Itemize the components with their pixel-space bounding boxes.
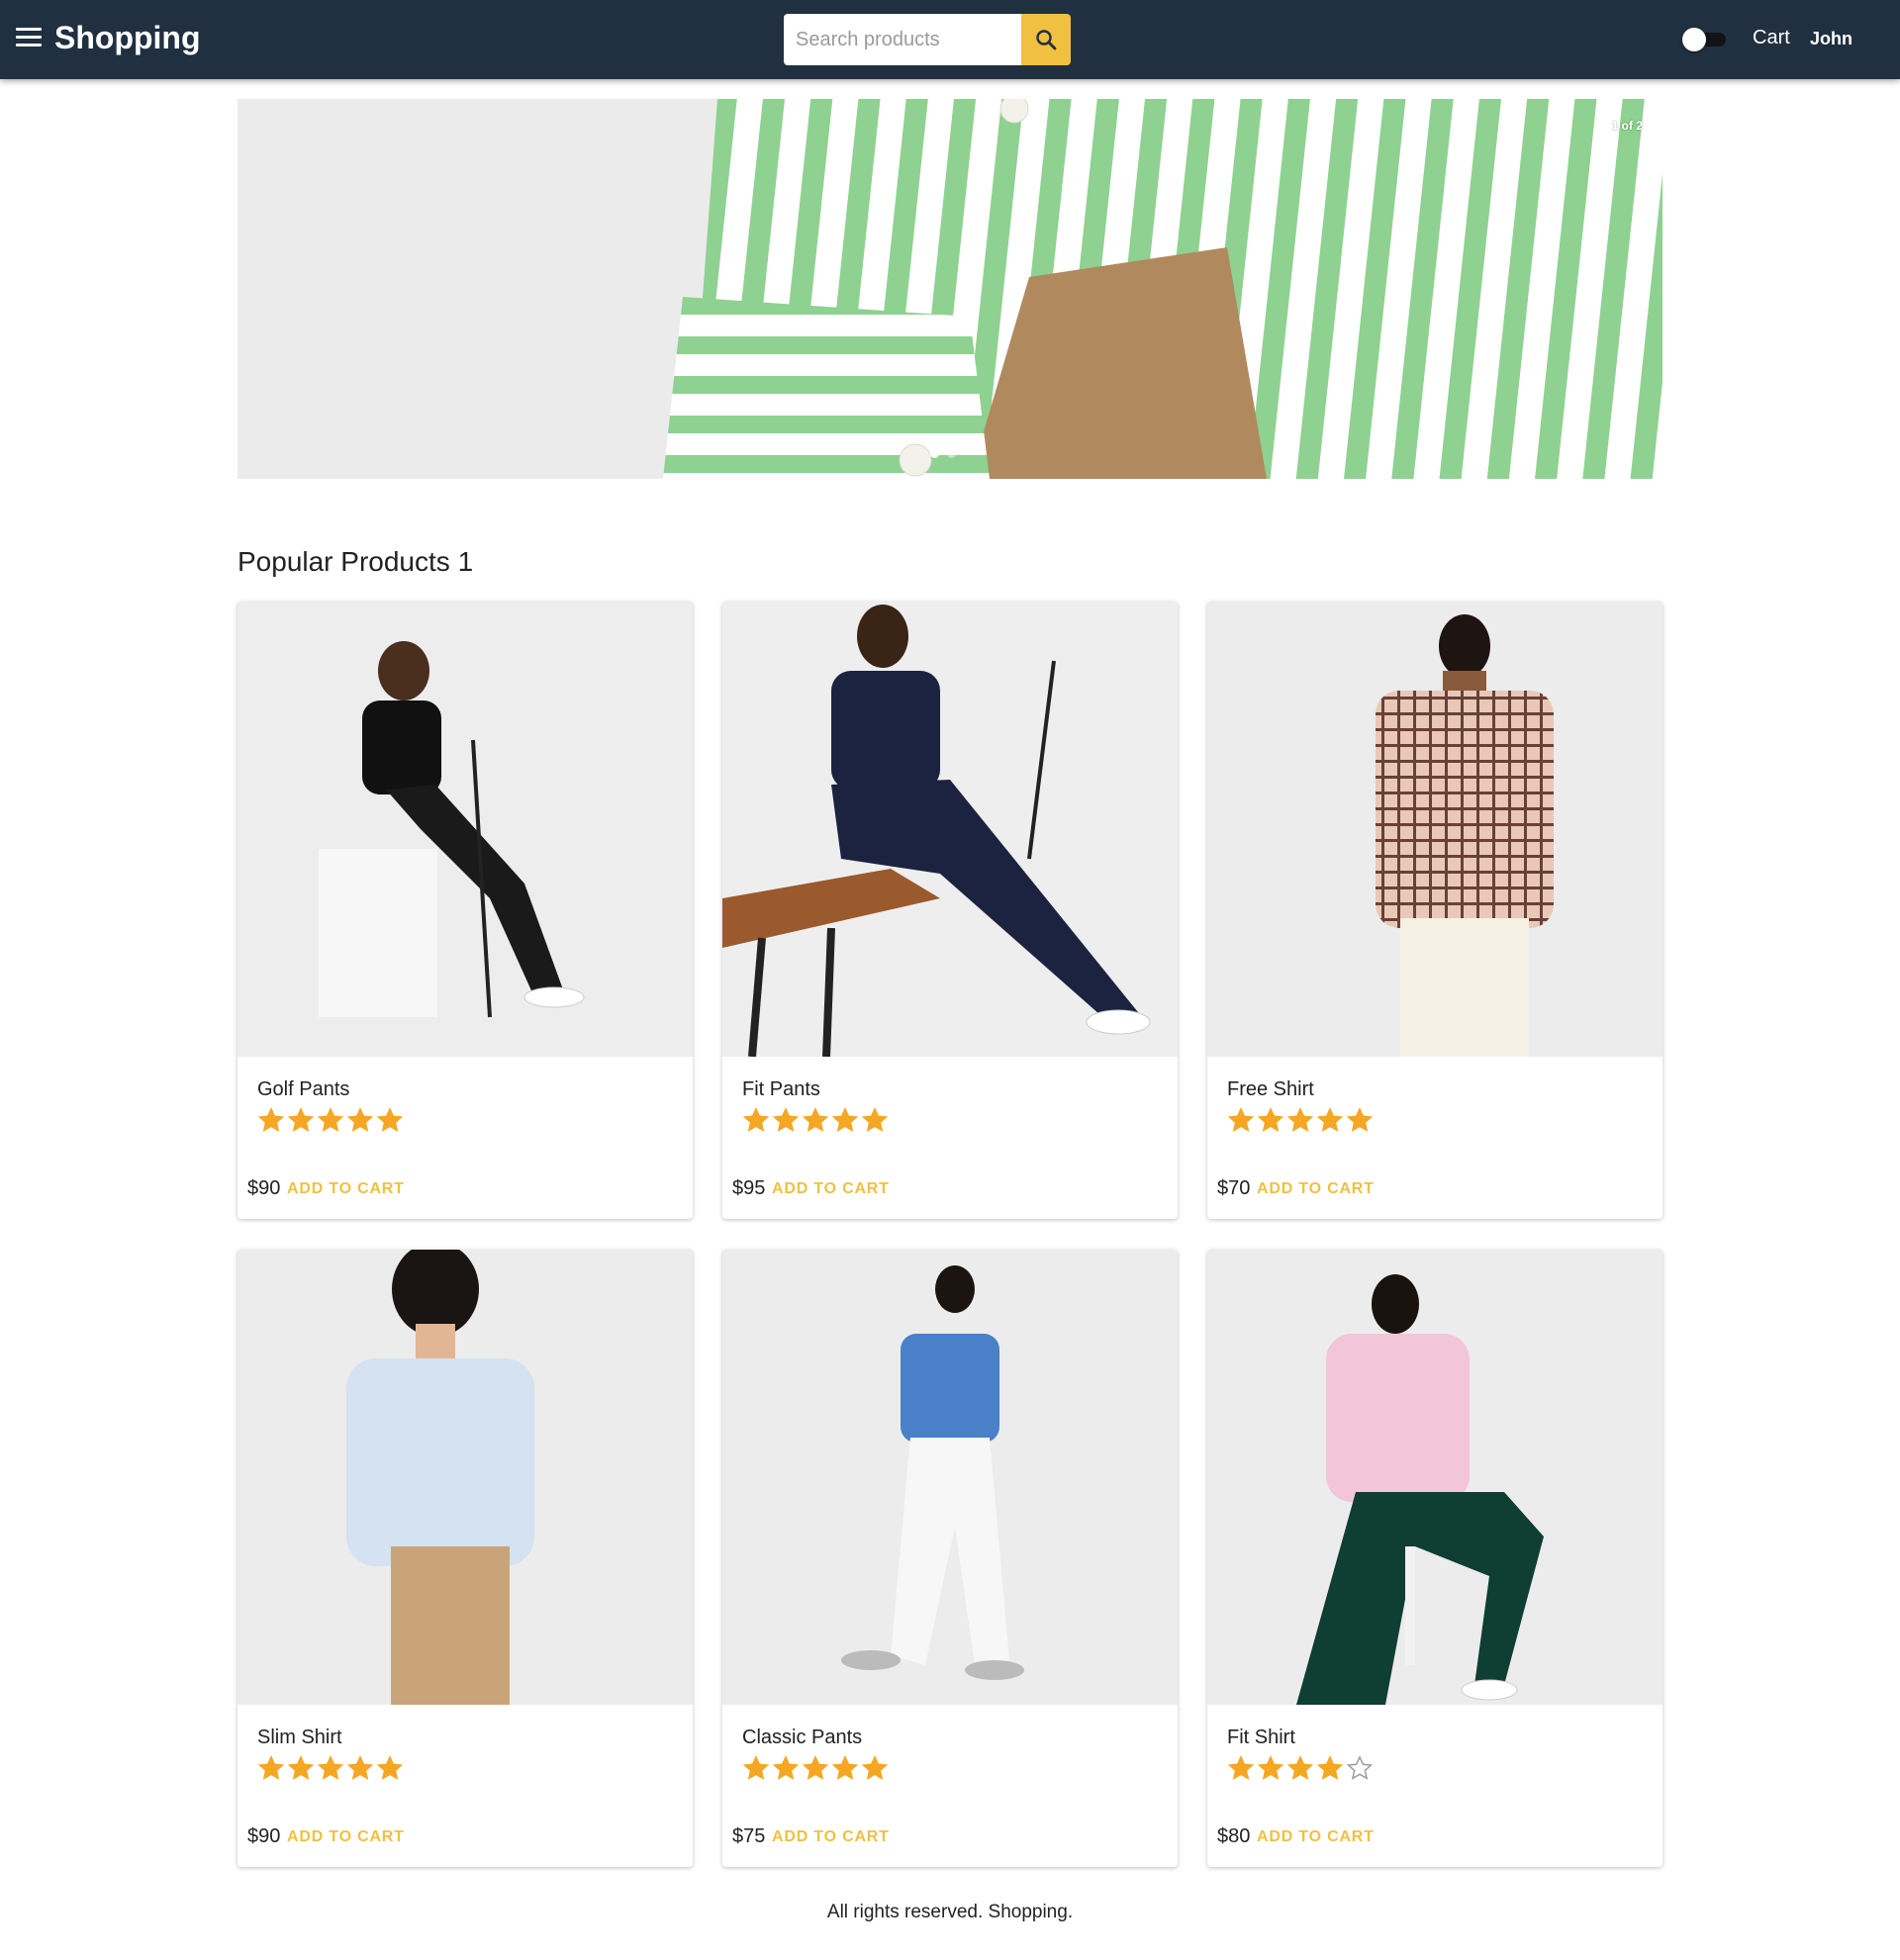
product-image[interactable] xyxy=(722,1250,1178,1705)
next-slide-arrow-icon[interactable] xyxy=(1639,277,1649,295)
add-to-cart-button[interactable]: ADD TO CART xyxy=(287,1828,405,1846)
product-card: Fit Shirt $80 ADD TO CART xyxy=(1207,1250,1662,1867)
rating-stars xyxy=(1227,1754,1374,1782)
star-filled-icon xyxy=(1257,1755,1284,1780)
carousel-indicators xyxy=(930,449,956,458)
app-header: Shopping Cart John xyxy=(0,0,1900,79)
star-filled-icon xyxy=(287,1107,315,1132)
product-card: Slim Shirt $90 ADD TO CART xyxy=(238,1250,693,1867)
product-name[interactable]: Golf Pants xyxy=(257,1078,349,1101)
product-name[interactable]: Free Shirt xyxy=(1227,1078,1314,1101)
menu-icon[interactable] xyxy=(16,28,42,49)
hero-carousel[interactable]: 1 of 2 xyxy=(238,99,1662,479)
star-filled-icon xyxy=(772,1755,800,1780)
toggle-knob xyxy=(1682,28,1706,51)
star-filled-icon xyxy=(376,1755,404,1780)
star-filled-icon xyxy=(1346,1107,1374,1132)
rating-stars xyxy=(742,1754,889,1782)
product-name[interactable]: Slim Shirt xyxy=(257,1727,342,1749)
product-image[interactable] xyxy=(1207,1250,1662,1705)
star-filled-icon xyxy=(1227,1755,1255,1780)
add-to-cart-button[interactable]: ADD TO CART xyxy=(287,1180,405,1198)
star-filled-icon xyxy=(346,1755,374,1780)
add-to-cart-button[interactable]: ADD TO CART xyxy=(772,1180,890,1198)
slide-counter: 1 of 2 xyxy=(1611,119,1643,133)
search-bar xyxy=(784,14,1071,65)
product-price: $70 xyxy=(1217,1177,1251,1199)
cart-link[interactable]: Cart xyxy=(1753,27,1790,49)
product-price: $80 xyxy=(1217,1825,1251,1847)
star-filled-icon xyxy=(802,1755,829,1780)
star-filled-icon xyxy=(287,1755,315,1780)
product-image[interactable] xyxy=(238,602,693,1057)
product-price: $90 xyxy=(247,1825,281,1847)
star-filled-icon xyxy=(831,1107,859,1132)
product-card: Classic Pants $75 ADD TO CART xyxy=(722,1250,1178,1867)
brand-logo[interactable]: Shopping xyxy=(54,20,201,56)
star-filled-icon xyxy=(861,1755,889,1780)
search-button[interactable] xyxy=(1021,14,1071,65)
product-name[interactable]: Fit Pants xyxy=(742,1078,820,1101)
dark-mode-toggle[interactable] xyxy=(1682,28,1728,51)
product-image[interactable] xyxy=(722,602,1178,1057)
star-filled-icon xyxy=(802,1107,829,1132)
star-filled-icon xyxy=(317,1107,344,1132)
star-filled-icon xyxy=(376,1107,404,1132)
star-filled-icon xyxy=(742,1107,770,1132)
user-menu-button[interactable]: John xyxy=(1810,29,1852,49)
rating-stars xyxy=(742,1106,889,1134)
add-to-cart-button[interactable]: ADD TO CART xyxy=(1257,1180,1375,1198)
star-filled-icon xyxy=(1286,1755,1314,1780)
product-card: Golf Pants $90 ADD TO CART xyxy=(238,602,693,1219)
star-empty-icon xyxy=(1346,1755,1374,1780)
star-filled-icon xyxy=(772,1107,800,1132)
star-filled-icon xyxy=(861,1107,889,1132)
footer-text: All rights reserved. Shopping. xyxy=(826,1902,1074,1922)
carousel-dot-2[interactable] xyxy=(947,449,956,458)
carousel-dot-1[interactable] xyxy=(930,449,939,458)
star-filled-icon xyxy=(1316,1755,1344,1780)
product-name[interactable]: Fit Shirt xyxy=(1227,1727,1295,1749)
rating-stars xyxy=(257,1754,404,1782)
star-filled-icon xyxy=(742,1755,770,1780)
product-price: $90 xyxy=(247,1177,281,1199)
star-filled-icon xyxy=(317,1755,344,1780)
product-card: Fit Pants $95 ADD TO CART xyxy=(722,602,1178,1219)
star-filled-icon xyxy=(831,1755,859,1780)
product-image[interactable] xyxy=(238,1250,693,1705)
star-filled-icon xyxy=(1257,1107,1284,1132)
star-filled-icon xyxy=(1316,1107,1344,1132)
star-filled-icon xyxy=(257,1107,285,1132)
product-name[interactable]: Classic Pants xyxy=(742,1727,862,1749)
star-filled-icon xyxy=(346,1107,374,1132)
search-input[interactable] xyxy=(784,14,1021,65)
product-image[interactable] xyxy=(1207,602,1662,1057)
add-to-cart-button[interactable]: ADD TO CART xyxy=(1257,1828,1375,1846)
product-price: $95 xyxy=(732,1177,766,1199)
product-card: Free Shirt $70 ADD TO CART xyxy=(1207,602,1662,1219)
add-to-cart-button[interactable]: ADD TO CART xyxy=(772,1828,890,1846)
search-icon xyxy=(1036,30,1057,50)
hero-banner-image xyxy=(238,99,1662,479)
star-filled-icon xyxy=(1286,1107,1314,1132)
section-title: Popular Products 1 xyxy=(238,546,474,577)
star-filled-icon xyxy=(257,1755,285,1780)
rating-stars xyxy=(1227,1106,1374,1134)
product-price: $75 xyxy=(732,1825,766,1847)
rating-stars xyxy=(257,1106,404,1134)
star-filled-icon xyxy=(1227,1107,1255,1132)
